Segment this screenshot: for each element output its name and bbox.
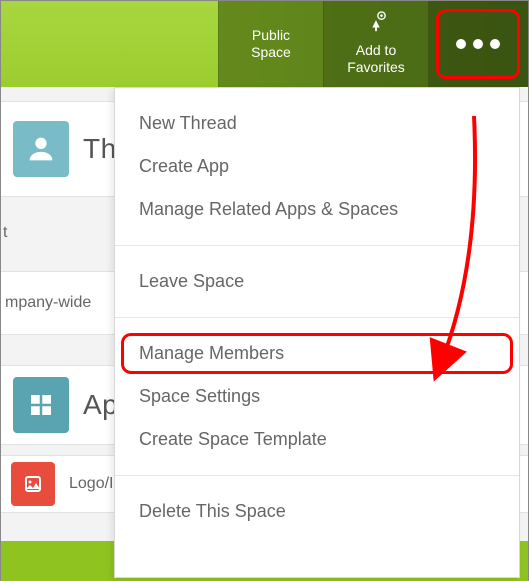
menu-item-label: Space Settings	[139, 386, 260, 406]
public-space-button[interactable]: Public Space	[218, 1, 323, 87]
company-wide-label: mpany-wide	[5, 294, 91, 312]
menu-item-delete-space[interactable]: Delete This Space	[115, 490, 519, 533]
ellipsis-icon	[456, 39, 500, 49]
logo-thumb-icon	[11, 462, 55, 506]
content-area: Thr t mpany-wide Ap Logo/Im New Thread C…	[1, 87, 528, 580]
menu-item-label: Manage Members	[139, 343, 284, 363]
public-space-label: Public Space	[251, 27, 291, 62]
menu-item-manage-members[interactable]: Manage Members	[115, 332, 519, 375]
menu-item-space-settings[interactable]: Space Settings	[115, 375, 519, 418]
menu-group-leave: Leave Space	[115, 246, 519, 318]
menu-item-create-app[interactable]: Create App	[115, 145, 519, 188]
menu-item-create-template[interactable]: Create Space Template	[115, 418, 519, 461]
apps-thumb-icon	[13, 377, 69, 433]
menu-item-label: Delete This Space	[139, 501, 286, 521]
menu-item-new-thread[interactable]: New Thread	[115, 102, 519, 145]
menu-item-label: Leave Space	[139, 271, 244, 291]
thread-thumb-icon	[13, 121, 69, 177]
top-bar: Public Space Add to Favorites	[1, 1, 528, 87]
menu-item-label: Create Space Template	[139, 429, 327, 449]
more-options-button[interactable]	[428, 1, 528, 87]
menu-group-delete: Delete This Space	[115, 476, 519, 547]
menu-item-label: New Thread	[139, 113, 237, 133]
add-favorites-label: Add to Favorites	[347, 42, 405, 77]
space-options-menu: New Thread Create App Manage Related App…	[114, 87, 520, 578]
menu-group-manage: Manage Members Space Settings Create Spa…	[115, 318, 519, 476]
row-label-text: t	[3, 224, 7, 242]
apps-title: Ap	[83, 389, 118, 421]
menu-item-label: Manage Related Apps & Spaces	[139, 199, 398, 219]
topbar-spacer	[1, 1, 218, 87]
menu-item-label: Create App	[139, 156, 229, 176]
add-favorites-button[interactable]: Add to Favorites	[323, 1, 428, 87]
menu-item-manage-related[interactable]: Manage Related Apps & Spaces	[115, 188, 519, 231]
menu-group-create: New Thread Create App Manage Related App…	[115, 88, 519, 246]
pin-plus-icon	[365, 11, 387, 38]
menu-item-leave-space[interactable]: Leave Space	[115, 260, 519, 303]
